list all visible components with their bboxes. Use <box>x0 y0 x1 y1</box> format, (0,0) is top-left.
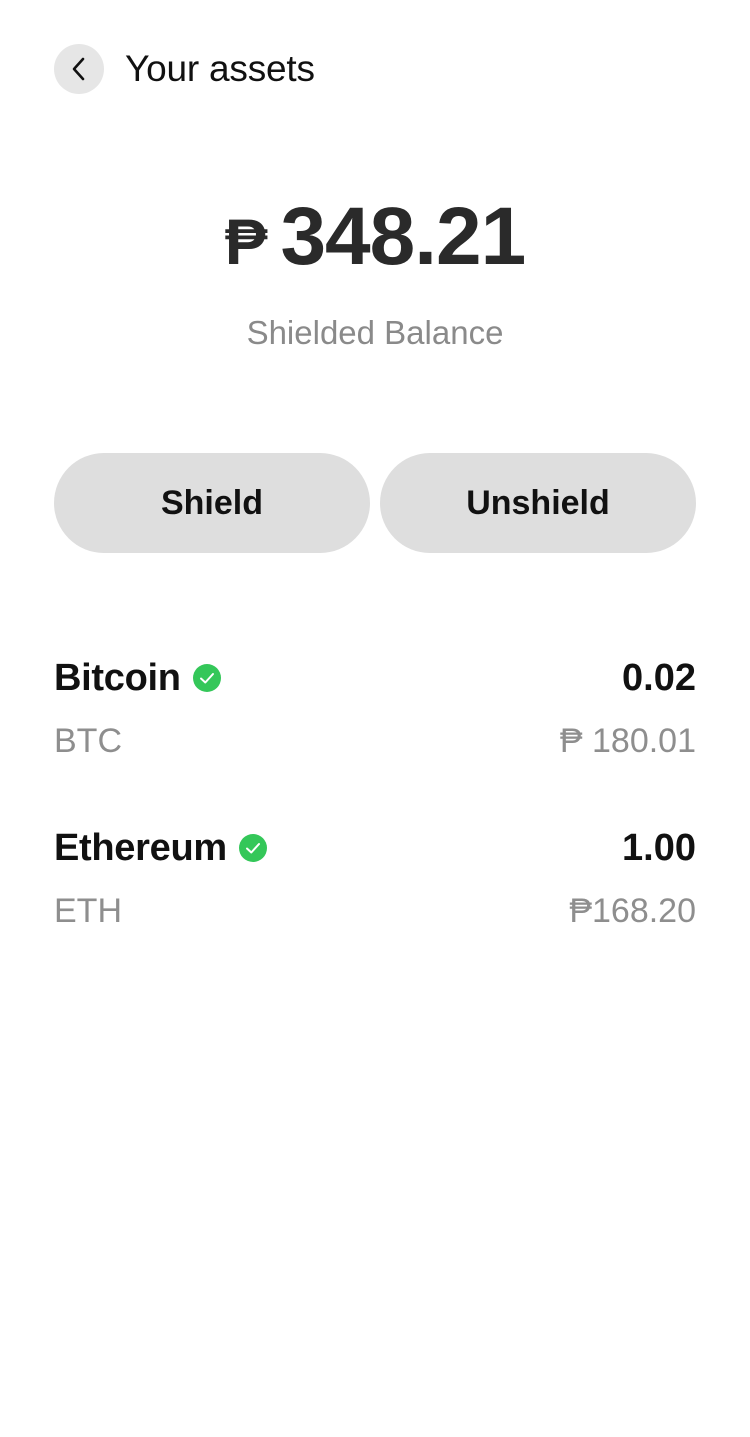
verified-check-icon <box>238 834 267 862</box>
asset-fiat-value: ₱168.20 <box>569 891 696 930</box>
asset-row-ethereum[interactable]: Ethereum 1.00 ETH ₱168.20 <box>54 820 696 990</box>
asset-fiat-value: ₱ 180.01 <box>559 721 696 760</box>
asset-row-bitcoin[interactable]: Bitcoin 0.02 BTC ₱ 180.01 <box>54 650 696 820</box>
asset-symbol: BTC <box>54 721 122 760</box>
unshield-button[interactable]: Unshield <box>380 453 696 553</box>
currency-symbol: ₱ <box>224 206 268 278</box>
back-button[interactable] <box>54 44 104 94</box>
assets-screen: Your assets ₱ 348.21 Shielded Balance Sh… <box>0 0 750 1437</box>
asset-name: Ethereum <box>54 826 227 869</box>
balance-value: 348.21 <box>280 191 526 282</box>
asset-symbol: ETH <box>54 891 122 930</box>
balance-section: ₱ 348.21 Shielded Balance <box>0 196 750 352</box>
asset-quantity: 1.00 <box>622 826 696 869</box>
verified-check-icon <box>192 664 221 692</box>
asset-quantity: 0.02 <box>622 656 696 699</box>
balance-amount: ₱ 348.21 <box>225 196 526 278</box>
page-title: Your assets <box>125 48 315 89</box>
balance-label: Shielded Balance <box>246 314 504 351</box>
asset-list: Bitcoin 0.02 BTC ₱ 180.01 Ethereum 1.00 … <box>54 650 696 990</box>
action-buttons: Shield Unshield <box>54 453 696 553</box>
header: Your assets <box>54 44 315 94</box>
shield-button[interactable]: Shield <box>54 453 370 553</box>
asset-name: Bitcoin <box>54 656 181 699</box>
chevron-left-icon <box>72 57 85 81</box>
